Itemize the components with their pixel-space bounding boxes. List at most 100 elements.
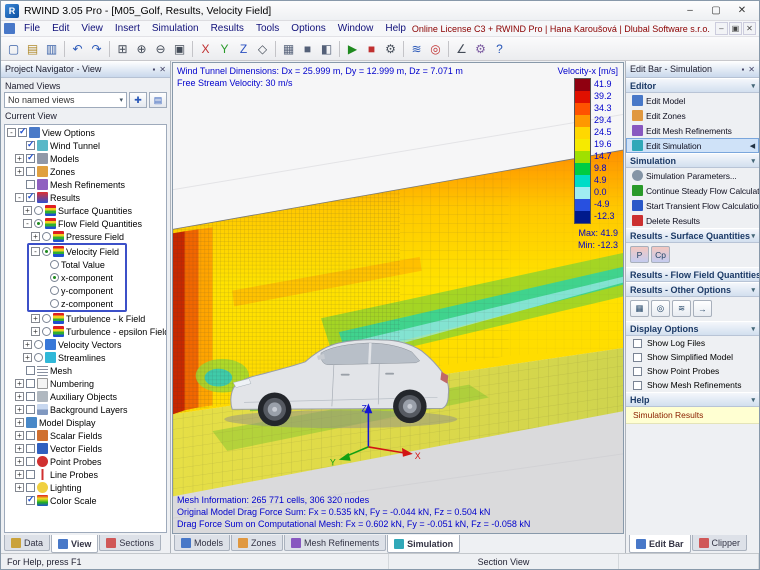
expander-icon[interactable]: + [15,379,24,388]
editbar-item-edit-model[interactable]: Edit Model [626,93,759,108]
toolbar-options-icon[interactable]: ⚙ [471,39,490,58]
manage-named-views-button[interactable]: ▤ [149,92,167,108]
toolbar-redo-icon[interactable]: ↷ [87,39,106,58]
visibility-checkbox[interactable] [26,457,35,466]
menu-results[interactable]: Results [205,22,250,35]
tree-item-velocity-vectors[interactable]: + Velocity Vectors [5,338,166,351]
option-show-point-probes[interactable]: Show Point Probes [626,364,759,378]
visibility-checkbox[interactable] [18,126,27,137]
editbar-item-continue-steady-flow-calculation[interactable]: Continue Steady Flow Calculation [626,183,759,198]
mdi-close-button[interactable]: ✕ [742,22,757,35]
tree-item-results[interactable]: - Results [5,191,166,204]
editbar-item-edit-simulation[interactable]: Edit Simulation ◀ [626,138,759,153]
section-header-results-surface-quantities[interactable]: Results - Surface Quantities ▾ [626,228,759,243]
toolbar-point-probe-icon[interactable]: ◎ [426,39,445,58]
toolbar-simulation-settings-icon[interactable]: ⚙ [381,39,400,58]
expander-icon[interactable]: + [23,353,32,362]
visibility-checkbox[interactable] [26,139,35,150]
point-probes-icon[interactable]: ◎ [651,300,670,317]
tab-simulation[interactable]: Simulation [387,535,461,553]
expander-icon[interactable]: + [15,431,24,440]
option-checkbox[interactable] [633,338,642,348]
named-views-dropdown[interactable]: No named views ▾ [4,92,127,108]
menu-view[interactable]: View [75,22,109,35]
expander-icon[interactable]: - [7,128,16,137]
selection-radio[interactable] [50,286,59,295]
visibility-checkbox[interactable] [26,180,35,189]
visibility-checkbox[interactable] [26,444,35,453]
help-link-simulation-results[interactable]: Simulation Results [626,407,759,424]
editbar-item-delete-results[interactable]: Delete Results [626,213,759,228]
section-header-display-options[interactable]: Display Options ▾ [626,321,759,336]
toolbar-section-plane-icon[interactable]: ◧ [317,39,336,58]
expander-icon[interactable]: + [31,232,40,241]
toolbar-zoom-fit-icon[interactable]: ▣ [170,39,189,58]
expander-icon[interactable]: + [15,444,24,453]
tree-item-color-scale[interactable]: Color Scale [5,494,166,507]
menu-options[interactable]: Options [285,22,331,35]
scene-3d[interactable]: Z X Y [173,63,623,533]
visibility-checkbox[interactable] [26,483,35,492]
selection-radio[interactable] [50,273,59,282]
toolbar-view-x-icon[interactable]: X [196,39,215,58]
option-checkbox[interactable] [633,366,642,376]
close-panel-icon[interactable]: ✕ [159,65,166,74]
tree-item-turbulence-epsilon-field[interactable]: + Turbulence - epsilon Field [5,325,166,338]
tree-item-models[interactable]: + Models [5,152,166,165]
visibility-checkbox[interactable] [26,191,35,202]
selection-radio[interactable] [50,299,59,308]
tree-item-view-options[interactable]: - View Options [5,126,166,139]
cp-result-icon[interactable]: Cp [651,246,670,263]
selection-radio[interactable] [34,206,43,215]
tree-item-line-probes[interactable]: + Line Probes [5,468,166,481]
toolbar-measure-icon[interactable]: ∠ [452,39,471,58]
expander-icon[interactable]: + [15,418,24,427]
tab-data[interactable]: Data [4,535,51,551]
visibility-checkbox[interactable] [26,494,35,505]
minimize-button[interactable]: – [677,2,703,20]
visibility-checkbox[interactable] [26,167,35,176]
pressure-result-icon[interactable]: P [630,246,649,263]
expander-icon[interactable]: + [31,327,40,336]
tree-item-velocity-field[interactable]: - Velocity Field [29,245,119,258]
maximize-button[interactable]: ▢ [703,2,729,20]
toolbar-view-y-icon[interactable]: Y [215,39,234,58]
tree-item-lighting[interactable]: + Lighting [5,481,166,494]
tree-item-streamlines[interactable]: + Streamlines [5,351,166,364]
tab-mesh-refinements[interactable]: Mesh Refinements [284,535,387,551]
tab-clipper[interactable]: Clipper [691,535,748,551]
expander-icon[interactable]: + [15,457,24,466]
menu-help[interactable]: Help [379,22,412,35]
selection-radio[interactable] [42,314,51,323]
toolbar-view-isometric-icon[interactable]: ◇ [253,39,272,58]
tree-item-x-component[interactable]: x-component [29,271,119,284]
menu-file[interactable]: File [18,22,46,35]
editbar-item-simulation-parameters[interactable]: Simulation Parameters... [626,168,759,183]
tree-item-mesh-refinements[interactable]: Mesh Refinements [5,178,166,191]
toolbar-help-icon[interactable]: ? [490,39,509,58]
visibility-checkbox[interactable] [26,392,35,401]
tree-item-y-component[interactable]: y-component [29,284,119,297]
selection-radio[interactable] [34,340,43,349]
tree-item-turbulence-k-field[interactable]: + Turbulence - k Field [5,312,166,325]
expander-icon[interactable]: + [15,392,24,401]
toolbar-zoom-out-icon[interactable]: ⊖ [151,39,170,58]
option-show-log-files[interactable]: Show Log Files [626,336,759,350]
visibility-checkbox[interactable] [26,405,35,414]
mdi-restore-button[interactable]: ▣ [728,22,742,35]
tab-sections[interactable]: Sections [99,535,161,551]
option-show-mesh-refinements[interactable]: Show Mesh Refinements [626,378,759,392]
menu-edit[interactable]: Edit [46,22,75,35]
expander-icon[interactable]: + [15,167,24,176]
tab-view[interactable]: View [51,535,99,553]
expander-icon[interactable]: - [23,219,32,228]
tree-item-pressure-field[interactable]: + Pressure Field [5,230,166,243]
toolbar-zoom-in-icon[interactable]: ⊕ [132,39,151,58]
expander-icon[interactable]: + [31,314,40,323]
selection-radio[interactable] [42,247,51,256]
toolbar-stop-simulation-icon[interactable]: ■ [362,39,381,58]
option-checkbox[interactable] [633,352,642,362]
toolbar-zoom-window-icon[interactable]: ⊞ [113,39,132,58]
menu-simulation[interactable]: Simulation [146,22,205,35]
expander-icon[interactable]: + [23,206,32,215]
